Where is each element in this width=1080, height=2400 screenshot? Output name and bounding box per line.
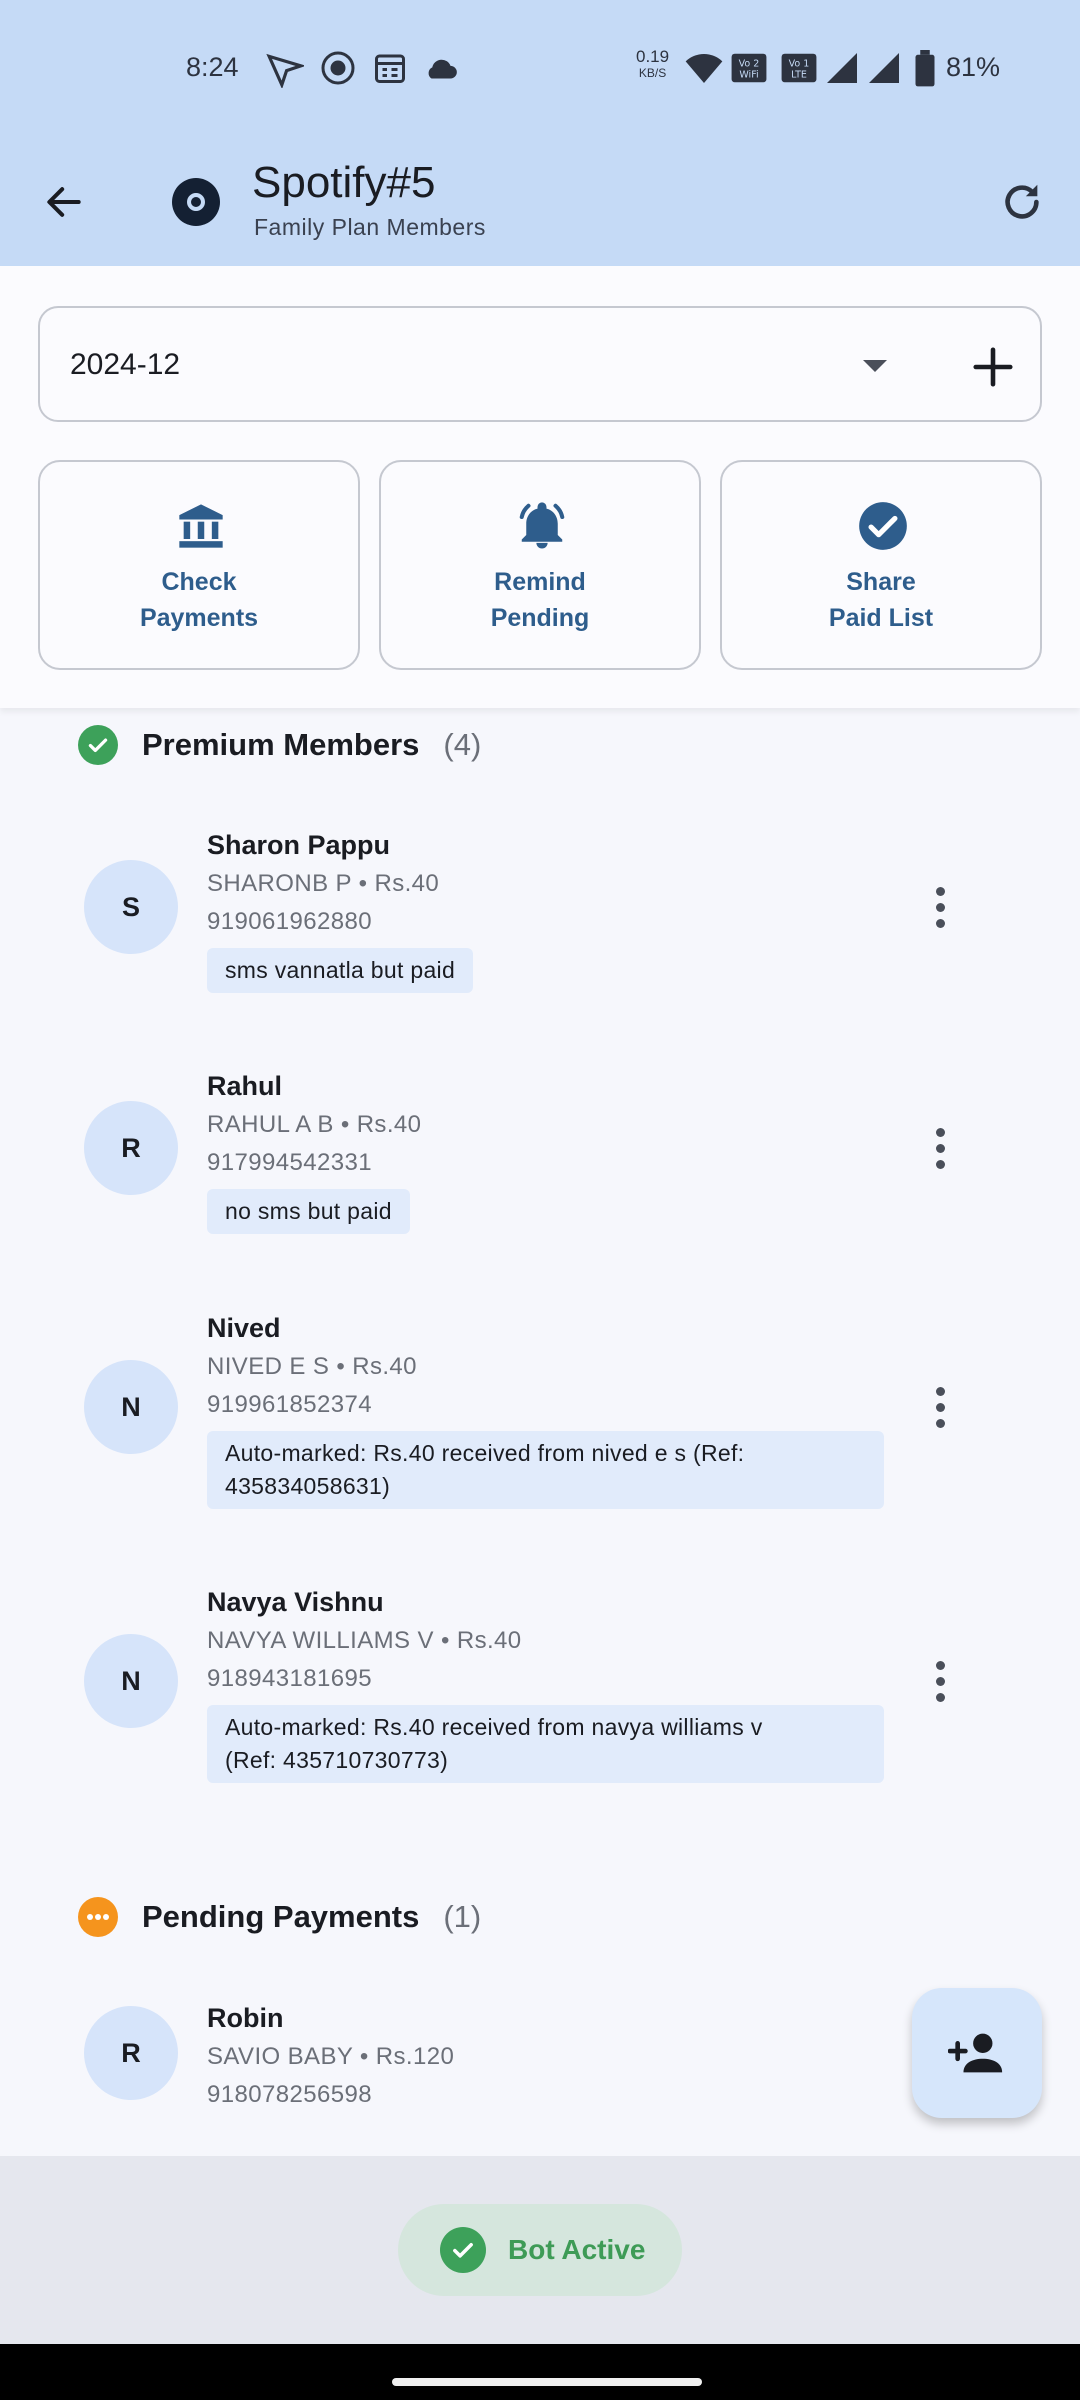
- member-name: Robin: [207, 2003, 284, 2033]
- member-phone: 919061962880: [207, 908, 372, 935]
- page-title: Spotify#5: [252, 158, 436, 207]
- check-payments-button[interactable]: Check Payments: [38, 460, 360, 670]
- bot-status-label: Bot Active: [508, 2234, 646, 2265]
- avatar: R: [84, 1101, 178, 1195]
- app-logo: [172, 178, 220, 226]
- member-info: SAVIO BABY • Rs.120: [207, 2043, 455, 2070]
- avatar: R: [84, 2006, 178, 2100]
- more-options-icon[interactable]: [918, 1118, 962, 1178]
- battery-percent: 81%: [946, 52, 1001, 82]
- more-options-icon[interactable]: [918, 1651, 962, 1711]
- person-add-icon: [948, 2033, 1003, 2073]
- action-label-line2: Payments: [139, 604, 259, 632]
- member-note-line: (Ref: 435710730773): [225, 1747, 449, 1773]
- vowifi-icon: Vo 2WiFi: [731, 53, 767, 83]
- controls-panel: 2024-12 Check Payments Remind Pending Shar…: [0, 266, 1080, 708]
- arrow-back-icon: [47, 187, 81, 217]
- check-circle-icon: [440, 2227, 486, 2273]
- share-paid-list-label: Share Paid List: [722, 564, 1040, 636]
- status-time: 8:24: [186, 52, 239, 82]
- cloud-icon: [428, 59, 457, 79]
- more-options-icon[interactable]: [918, 1377, 962, 1437]
- page-subtitle: Family Plan Members: [254, 214, 486, 240]
- member-note: no sms but paid: [207, 1189, 410, 1234]
- section-count: (4): [443, 727, 482, 762]
- svg-text:Vo 2: Vo 2: [739, 58, 760, 69]
- status-bar: 8:24 0.19 KB/S Vo 2 WiFi Vo 1 LTE 81%: [0, 0, 1080, 136]
- signal-icon: [827, 53, 857, 83]
- member-info: NAVYA WILLIAMS V • Rs.40: [207, 1627, 522, 1654]
- bell-icon: [514, 498, 570, 554]
- svg-text:WiFi: WiFi: [739, 70, 758, 81]
- month-dropdown[interactable]: 2024-12: [38, 306, 1042, 422]
- add-member-button[interactable]: [912, 1988, 1042, 2118]
- section-count: (1): [443, 1899, 482, 1934]
- app-bar: Spotify#5 Family Plan Members: [0, 136, 1080, 266]
- section-title: Pending Payments: [142, 1899, 420, 1934]
- member-note: Auto-marked: Rs.40 received from navya w…: [207, 1705, 884, 1783]
- member-info: RAHUL A B • Rs.40: [207, 1111, 422, 1138]
- member-note: sms vannatla but paid: [207, 948, 474, 993]
- bottom-bar: Bot Active: [0, 2156, 1080, 2344]
- member-phone: 917994542331: [207, 1149, 372, 1176]
- action-label-line1: Share: [846, 568, 916, 596]
- bank-icon: [173, 498, 229, 554]
- add-month-icon[interactable]: [970, 344, 1016, 390]
- remind-pending-button[interactable]: Remind Pending: [379, 460, 701, 670]
- svg-text:LTE: LTE: [791, 70, 807, 81]
- check-circle-icon: [78, 725, 118, 765]
- volte-icon: Vo 1LTE: [781, 53, 817, 83]
- member-phone: 919961852374: [207, 1391, 372, 1418]
- disc-icon: [187, 193, 205, 211]
- action-label-line1: Remind: [494, 568, 586, 596]
- bot-status-chip[interactable]: Bot Active: [398, 2204, 682, 2296]
- signal-icon: [869, 53, 899, 83]
- github-icon: [321, 51, 355, 85]
- refresh-icon: [1005, 184, 1039, 219]
- member-phone: 918943181695: [207, 1665, 372, 1692]
- member-info: SHARONB P • Rs.40: [207, 870, 440, 897]
- avatar: N: [84, 1360, 178, 1454]
- refresh-button[interactable]: [996, 176, 1048, 228]
- share-paid-list-button[interactable]: Share Paid List: [720, 460, 1042, 670]
- premium-section-header: Premium Members (4): [78, 724, 481, 766]
- member-note: Auto-marked: Rs.40 received from nived e…: [207, 1431, 884, 1509]
- battery-icon: [915, 50, 935, 87]
- month-value: 2024-12: [70, 348, 181, 381]
- dropdown-arrow-icon[interactable]: [860, 356, 890, 376]
- net-speed-value: 0.19: [636, 47, 670, 66]
- system-nav-bar: [0, 2344, 1080, 2400]
- avatar: S: [84, 860, 178, 954]
- action-label-line2: Pending: [490, 604, 590, 632]
- member-name: Navya Vishnu: [207, 1587, 384, 1617]
- member-name: Rahul: [207, 1071, 283, 1101]
- top-bar: 8:24 0.19 KB/S Vo 2 WiFi Vo 1 LTE 81% Spoti…: [0, 0, 1080, 266]
- check-circle-icon: [855, 498, 911, 554]
- wifi-icon: [685, 54, 723, 83]
- member-note-line: Auto-marked: Rs.40 received from navya w…: [225, 1714, 763, 1740]
- member-note-line: Auto-marked: Rs.40 received from nived e…: [225, 1440, 745, 1466]
- more-horiz-icon: [78, 1897, 118, 1937]
- navigation-icon: [266, 53, 304, 88]
- back-button[interactable]: [36, 174, 92, 230]
- pending-section-header: Pending Payments (1): [78, 1896, 481, 1938]
- home-gesture-handle[interactable]: [392, 2378, 702, 2386]
- svg-text:Vo 1: Vo 1: [789, 58, 810, 69]
- calendar-icon: [375, 54, 405, 83]
- remind-pending-label: Remind Pending: [381, 564, 699, 636]
- member-info: NIVED E S • Rs.40: [207, 1353, 417, 1380]
- action-label-line1: Check: [161, 568, 237, 596]
- member-name: Sharon Pappu: [207, 830, 391, 860]
- section-title: Premium Members: [142, 727, 420, 762]
- member-note-line: 435834058631): [225, 1473, 391, 1499]
- action-label-line2: Paid List: [828, 604, 934, 632]
- more-options-icon[interactable]: [918, 877, 962, 937]
- avatar: N: [84, 1634, 178, 1728]
- member-phone: 918078256598: [207, 2081, 372, 2108]
- member-name: Nived: [207, 1313, 281, 1343]
- check-payments-label: Check Payments: [40, 564, 358, 636]
- net-speed-unit: KB/S: [638, 66, 667, 80]
- net-speed: 0.19 KB/S: [636, 48, 669, 82]
